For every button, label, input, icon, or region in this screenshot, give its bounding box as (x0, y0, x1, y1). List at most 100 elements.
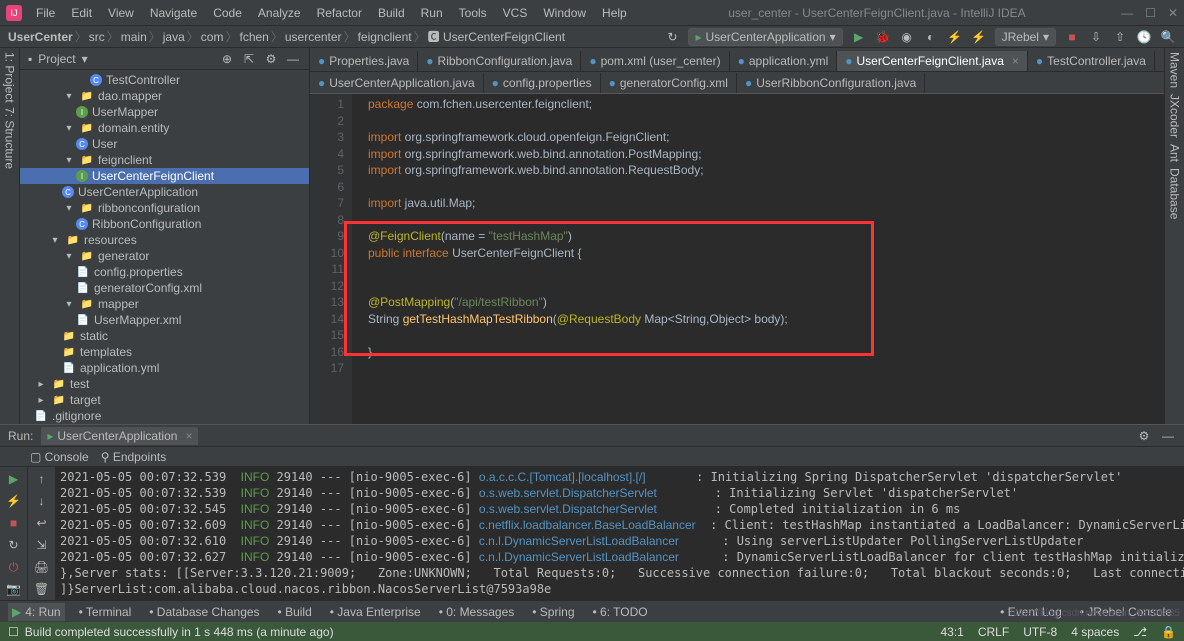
right-stripe-database[interactable]: Database (1167, 168, 1182, 219)
editor-tab-generatorconfig-xml[interactable]: ●generatorConfig.xml (601, 73, 737, 93)
exit-icon[interactable]: ⏻ (6, 559, 22, 575)
encoding[interactable]: UTF-8 (1023, 625, 1057, 639)
profile-icon[interactable]: ◐ (923, 29, 939, 45)
code-line-16[interactable]: } (368, 344, 1164, 361)
git-branch[interactable]: ⎇ (1133, 625, 1147, 639)
code-line-5[interactable]: import org.springframework.web.bind.anno… (368, 162, 1164, 179)
breadcrumb-main[interactable]: main (121, 30, 147, 44)
clear-icon[interactable]: 🗑 (34, 581, 50, 597)
run-settings-icon[interactable]: ⚙ (1136, 428, 1152, 444)
tree-item-generatorconfig-xml[interactable]: 📄generatorConfig.xml (20, 280, 309, 296)
code-line-15[interactable] (368, 327, 1164, 344)
run-config-selector[interactable]: ▸UserCenterApplication▾ (688, 28, 842, 46)
stop-icon[interactable]: ■ (1064, 29, 1080, 45)
code-line-12[interactable] (368, 278, 1164, 295)
scroll-icon[interactable]: ⇲ (34, 537, 50, 553)
right-stripe-maven[interactable]: Maven (1167, 52, 1182, 88)
target-icon[interactable]: ⊕ (219, 51, 235, 67)
tree-item-domain-entity[interactable]: ▾📁domain.entity (20, 120, 309, 136)
down-icon[interactable]: ↓ (34, 493, 50, 509)
tree-item-usercenterapplication[interactable]: CUserCenterApplication (20, 184, 309, 200)
run-subtab-endpoints[interactable]: ⚲ Endpoints (101, 450, 167, 464)
bottom-tab-run[interactable]: ▶ 4: Run (8, 603, 65, 621)
tree-item-user[interactable]: CUser (20, 136, 309, 152)
tree-item-static[interactable]: 📁static (20, 328, 309, 344)
up-icon[interactable]: ↑ (34, 471, 50, 487)
breadcrumb-java[interactable]: java (163, 30, 185, 44)
tree-item-target[interactable]: ▸📁target (20, 392, 309, 408)
bottom-tab-spring[interactable]: • Spring (528, 603, 578, 621)
code-line-4[interactable]: import org.springframework.web.bind.anno… (368, 146, 1164, 163)
run-tab[interactable]: ▸UserCenterApplication× (41, 427, 198, 445)
lock-icon[interactable]: 🔒 (1161, 625, 1176, 639)
tree-item-usermapper-xml[interactable]: 📄UserMapper.xml (20, 312, 309, 328)
code-line-1[interactable]: package com.fchen.usercenter.feignclient… (368, 96, 1164, 113)
wrap-icon[interactable]: ↩ (34, 515, 50, 531)
vcs-commit-icon[interactable]: ⇧ (1112, 29, 1128, 45)
indent[interactable]: 4 spaces (1071, 625, 1119, 639)
code-line-11[interactable] (368, 261, 1164, 278)
code-line-3[interactable]: import org.springframework.cloud.openfei… (368, 129, 1164, 146)
editor-tab-userribbonconfiguration-java[interactable]: ●UserRibbonConfiguration.java (737, 73, 925, 93)
tree-item-testcontroller[interactable]: CTestController (20, 72, 309, 88)
debug-icon[interactable]: 🐞 (875, 29, 891, 45)
gear-icon[interactable]: ⚙ (263, 51, 279, 67)
bottom-tab-databasechanges[interactable]: • Database Changes (145, 603, 263, 621)
tree-item-feignclient[interactable]: ▾📁feignclient (20, 152, 309, 168)
tree-item-ribbonconfiguration[interactable]: CRibbonConfiguration (20, 216, 309, 232)
tree-item-templates[interactable]: 📁templates (20, 344, 309, 360)
tree-item-generator[interactable]: ▾📁generator (20, 248, 309, 264)
breadcrumb-src[interactable]: src (89, 30, 105, 44)
editor-tab-properties-java[interactable]: ●Properties.java (310, 51, 418, 71)
editor-tab-application-yml[interactable]: ●application.yml (730, 51, 838, 71)
dump-icon[interactable]: 📷 (6, 581, 22, 597)
collapse-icon[interactable]: ⇱ (241, 51, 257, 67)
run-hide-icon[interactable]: — (1160, 428, 1176, 444)
right-stripe-jxcoder[interactable]: JXcoder (1167, 94, 1182, 138)
coverage-icon[interactable]: ◉ (899, 29, 915, 45)
breadcrumb-feignclient[interactable]: feignclient (358, 30, 412, 44)
code-content[interactable]: package com.fchen.usercenter.feignclient… (352, 94, 1164, 424)
menu-vcs[interactable]: VCS (497, 4, 534, 22)
tree-item-test[interactable]: ▸📁test (20, 376, 309, 392)
menu-analyze[interactable]: Analyze (252, 4, 307, 22)
menu-navigate[interactable]: Navigate (144, 4, 203, 22)
menu-refactor[interactable]: Refactor (311, 4, 368, 22)
code-line-13[interactable]: @PostMapping("/api/testRibbon") (368, 294, 1164, 311)
tree-item--gitignore[interactable]: 📄.gitignore (20, 408, 309, 424)
menu-edit[interactable]: Edit (65, 4, 98, 22)
code-line-10[interactable]: public interface UserCenterFeignClient { (368, 245, 1164, 262)
project-tree[interactable]: CTestController▾📁dao.mapperIUserMapper▾📁… (20, 70, 309, 424)
menu-file[interactable]: File (30, 4, 61, 22)
stop-run-icon[interactable]: ■ (6, 515, 22, 531)
breadcrumb-usercenterfeignclient[interactable]: 🅲 UserCenterFeignClient (428, 28, 565, 45)
jrebel-run-icon[interactable]: ⚡ (947, 29, 963, 45)
jrebel-debug-icon[interactable]: ⚡ (971, 29, 987, 45)
breadcrumb-usercenter[interactable]: UserCenter (8, 30, 73, 44)
editor-tab-usercenterapplication-java[interactable]: ●UserCenterApplication.java (310, 73, 484, 93)
tree-item-application-yml[interactable]: 📄application.yml (20, 360, 309, 376)
code-line-7[interactable]: import java.util.Map; (368, 195, 1164, 212)
jrebel-icon[interactable]: ⚡ (6, 493, 22, 509)
vcs-history-icon[interactable]: 🕓 (1136, 29, 1152, 45)
tree-item-usercenterfeignclient[interactable]: IUserCenterFeignClient (20, 168, 309, 184)
editor-tab-pom-xml--user-center-[interactable]: ●pom.xml (user_center) (581, 51, 729, 71)
caret-position[interactable]: 43:1 (940, 625, 963, 639)
tree-item-resources[interactable]: ▾📁resources (20, 232, 309, 248)
editor-body[interactable]: 1234567891011121314151617 package com.fc… (310, 94, 1164, 424)
tree-item-mapper[interactable]: ▾📁mapper (20, 296, 309, 312)
breadcrumb-usercenter[interactable]: usercenter (285, 30, 342, 44)
menu-code[interactable]: Code (207, 4, 248, 22)
bottom-tab-todo[interactable]: • 6: TODO (589, 603, 652, 621)
jrebel-selector[interactable]: JRebel ▾ (995, 28, 1056, 46)
menu-view[interactable]: View (102, 4, 140, 22)
run-icon[interactable]: ▶ (851, 29, 867, 45)
line-separator[interactable]: CRLF (978, 625, 1009, 639)
search-icon[interactable]: 🔍 (1160, 29, 1176, 45)
code-line-2[interactable] (368, 113, 1164, 130)
rerun-icon[interactable]: ▶ (6, 471, 22, 487)
vcs-update-icon[interactable]: ⇩ (1088, 29, 1104, 45)
code-line-17[interactable] (368, 360, 1164, 377)
right-stripe-ant[interactable]: Ant (1167, 144, 1182, 162)
tree-item-dao-mapper[interactable]: ▾📁dao.mapper (20, 88, 309, 104)
